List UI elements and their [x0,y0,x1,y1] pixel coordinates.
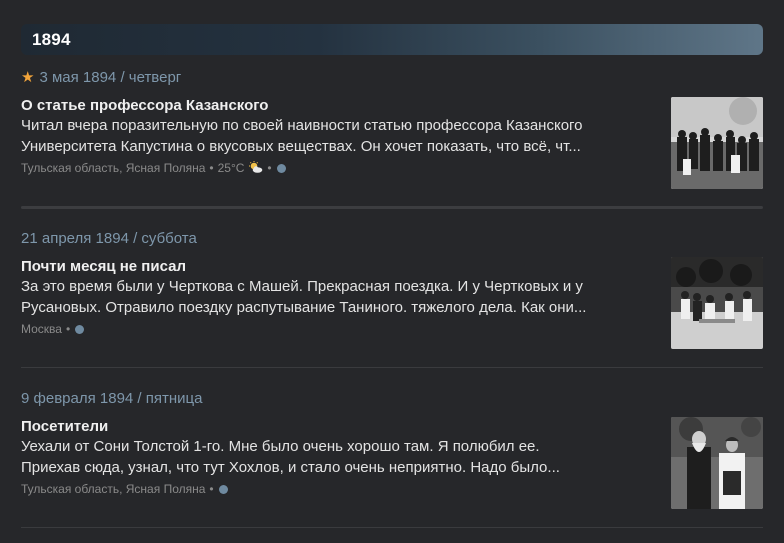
entry-preview: Читал вчера поразительную по своей наивн… [21,116,651,157]
entry-preview-line: Приехав сюда, узнал, что тут Хохлов, и с… [21,458,560,476]
entry-date: 9 февраля 1894 / пятница [21,390,203,407]
entry-divider [21,367,763,368]
entry-title: Посетители [21,418,109,435]
meta-separator: • [267,161,272,175]
journal-entry[interactable]: 21 апреля 1894 / суббота Почти месяц не … [21,229,763,353]
entry-preview: За это время были у Черткова с Машей. Пр… [21,277,651,318]
entry-preview-line: Читал вчера поразительную по своей наивн… [21,117,583,134]
entry-location: Тульская область, Ясная Поляна [21,161,206,175]
status-dot [75,324,85,334]
entry-location: Москва [21,322,62,336]
journal-entry[interactable]: 9 февраля 1894 / пятница Посетители Уеха… [21,389,763,513]
year-header: 1894 [21,24,763,55]
couple-photo-icon [671,417,763,509]
entry-meta: Тульская область, Ясная Поляна • 25°C • [21,160,286,176]
entry-title: О статье профессора Казанского [21,97,269,114]
entry-date: 3 мая 1894 / четверг [39,69,182,86]
meta-separator: • [209,482,214,496]
entry-date-line: 21 апреля 1894 / суббота [21,229,763,249]
outdoor-group-photo-icon [671,257,763,349]
entry-weather: 25°C [217,161,245,175]
entry-date: 21 апреля 1894 / суббота [21,230,197,247]
entry-preview-line: Университета Капустина о вкусовых вещест… [21,137,581,155]
entry-meta: Тульская область, Ясная Поляна • [21,481,228,497]
status-dot [218,484,228,494]
meta-separator: • [209,161,214,175]
star-icon: ★ [21,69,35,86]
entry-divider [21,206,763,209]
entry-preview: Уехали от Сони Толстой 1-го. Мне было оч… [21,437,651,478]
entry-meta: Москва • [21,321,85,337]
entry-title: Почти месяц не писал [21,258,186,275]
journal-list: 1894 ★ 3 мая 1894 / четверг О статье про… [0,0,784,543]
sun-cloud-icon [248,160,263,176]
entry-date-line: 9 февраля 1894 / пятница [21,389,763,409]
entry-preview-line: Русановых. Отравило поездку распутывание… [21,298,587,316]
entry-divider [21,527,763,528]
status-dot [276,163,286,173]
entry-preview-line: За это время были у Черткова с Машей. Пр… [21,278,583,295]
entry-date-line: ★ 3 мая 1894 / четверг [21,68,763,88]
entry-preview-line: Уехали от Сони Толстой 1-го. Мне было оч… [21,438,540,455]
year-label: 1894 [32,29,71,49]
journal-entry[interactable]: ★ 3 мая 1894 / четверг О статье профессо… [21,68,763,192]
entry-location: Тульская область, Ясная Поляна [21,482,206,496]
meta-separator: • [65,322,71,336]
group-photo-icon [671,97,763,189]
